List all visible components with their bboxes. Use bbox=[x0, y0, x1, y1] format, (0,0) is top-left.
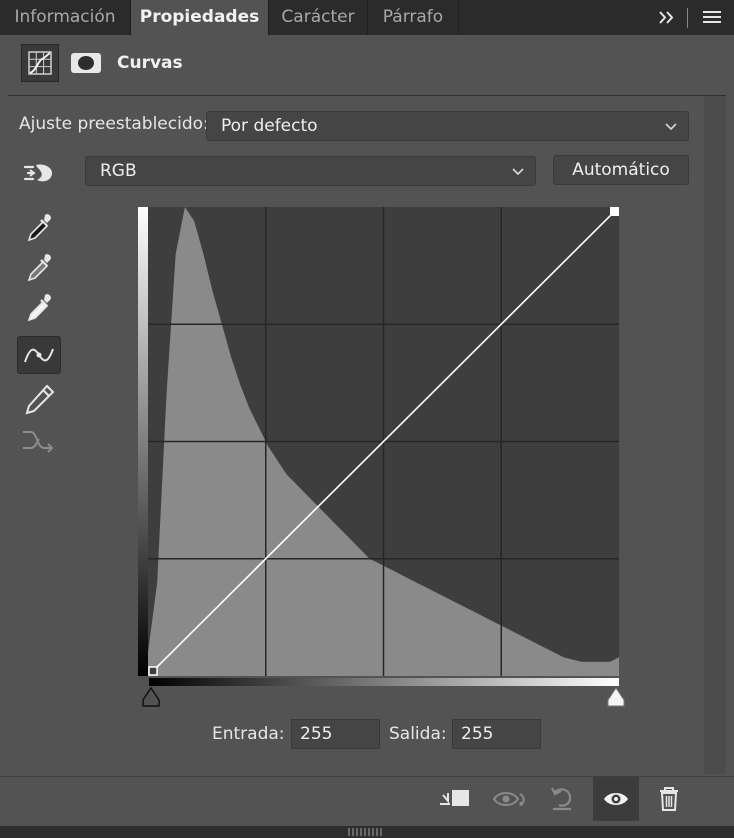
header-divider bbox=[8, 95, 726, 96]
preset-label: Ajuste preestablecido: bbox=[19, 114, 209, 134]
white-point-slider[interactable] bbox=[605, 686, 627, 712]
channel-value: RGB bbox=[100, 161, 137, 181]
hamburger-menu-icon[interactable] bbox=[700, 0, 724, 35]
adjustment-title: Curvas bbox=[117, 53, 183, 73]
black-point-slider[interactable] bbox=[140, 686, 162, 712]
pencil-draw-icon[interactable] bbox=[19, 380, 59, 420]
view-previous-state-icon[interactable] bbox=[488, 777, 532, 821]
chevron-down-icon bbox=[511, 157, 525, 195]
curves-graph[interactable] bbox=[138, 207, 619, 676]
tab-caracter[interactable]: Carácter bbox=[269, 0, 368, 35]
curve-point-white[interactable] bbox=[610, 207, 619, 216]
white-point-eyedropper-icon[interactable] bbox=[19, 288, 59, 328]
delete-adjustment-icon[interactable] bbox=[647, 777, 691, 821]
tab-informacion[interactable]: Información bbox=[0, 0, 131, 35]
black-point-eyedropper-icon[interactable] bbox=[19, 208, 59, 248]
input-label: Entrada: bbox=[212, 724, 285, 744]
smooth-curve-icon bbox=[19, 420, 59, 460]
output-label: Salida: bbox=[389, 724, 447, 744]
output-value-field[interactable]: 255 bbox=[452, 719, 541, 749]
gray-point-eyedropper-icon[interactable] bbox=[19, 248, 59, 288]
preset-value: Por defecto bbox=[221, 116, 318, 136]
tab-divider bbox=[687, 8, 688, 28]
on-image-adjustment-icon[interactable] bbox=[19, 153, 59, 193]
input-value-field[interactable]: 255 bbox=[291, 719, 380, 749]
resize-grip[interactable] bbox=[348, 828, 384, 836]
auto-button[interactable]: Automático bbox=[553, 155, 689, 185]
layer-mask-icon[interactable] bbox=[67, 44, 105, 82]
panel-tab-bar: Información Propiedades Carácter Párrafo bbox=[0, 0, 734, 36]
tab-parrafo[interactable]: Párrafo bbox=[368, 0, 459, 35]
curve-point-black[interactable] bbox=[148, 666, 158, 676]
preset-dropdown[interactable]: Por defecto bbox=[206, 111, 689, 141]
tab-propiedades[interactable]: Propiedades bbox=[131, 0, 269, 35]
input-gradient-bar bbox=[149, 678, 619, 686]
double-chevron-right-icon[interactable] bbox=[656, 0, 678, 35]
output-gradient-bar bbox=[138, 207, 148, 676]
curve-points-icon[interactable] bbox=[17, 336, 61, 374]
toggle-visibility-icon[interactable] bbox=[593, 777, 639, 821]
curves-adjustment-icon[interactable] bbox=[21, 44, 59, 82]
reset-adjustment-icon[interactable] bbox=[540, 777, 584, 821]
channel-dropdown[interactable]: RGB bbox=[85, 156, 536, 186]
chevron-down-icon bbox=[664, 112, 678, 150]
panel-scrollbar[interactable] bbox=[704, 96, 726, 774]
clip-to-layer-icon[interactable] bbox=[434, 777, 478, 821]
